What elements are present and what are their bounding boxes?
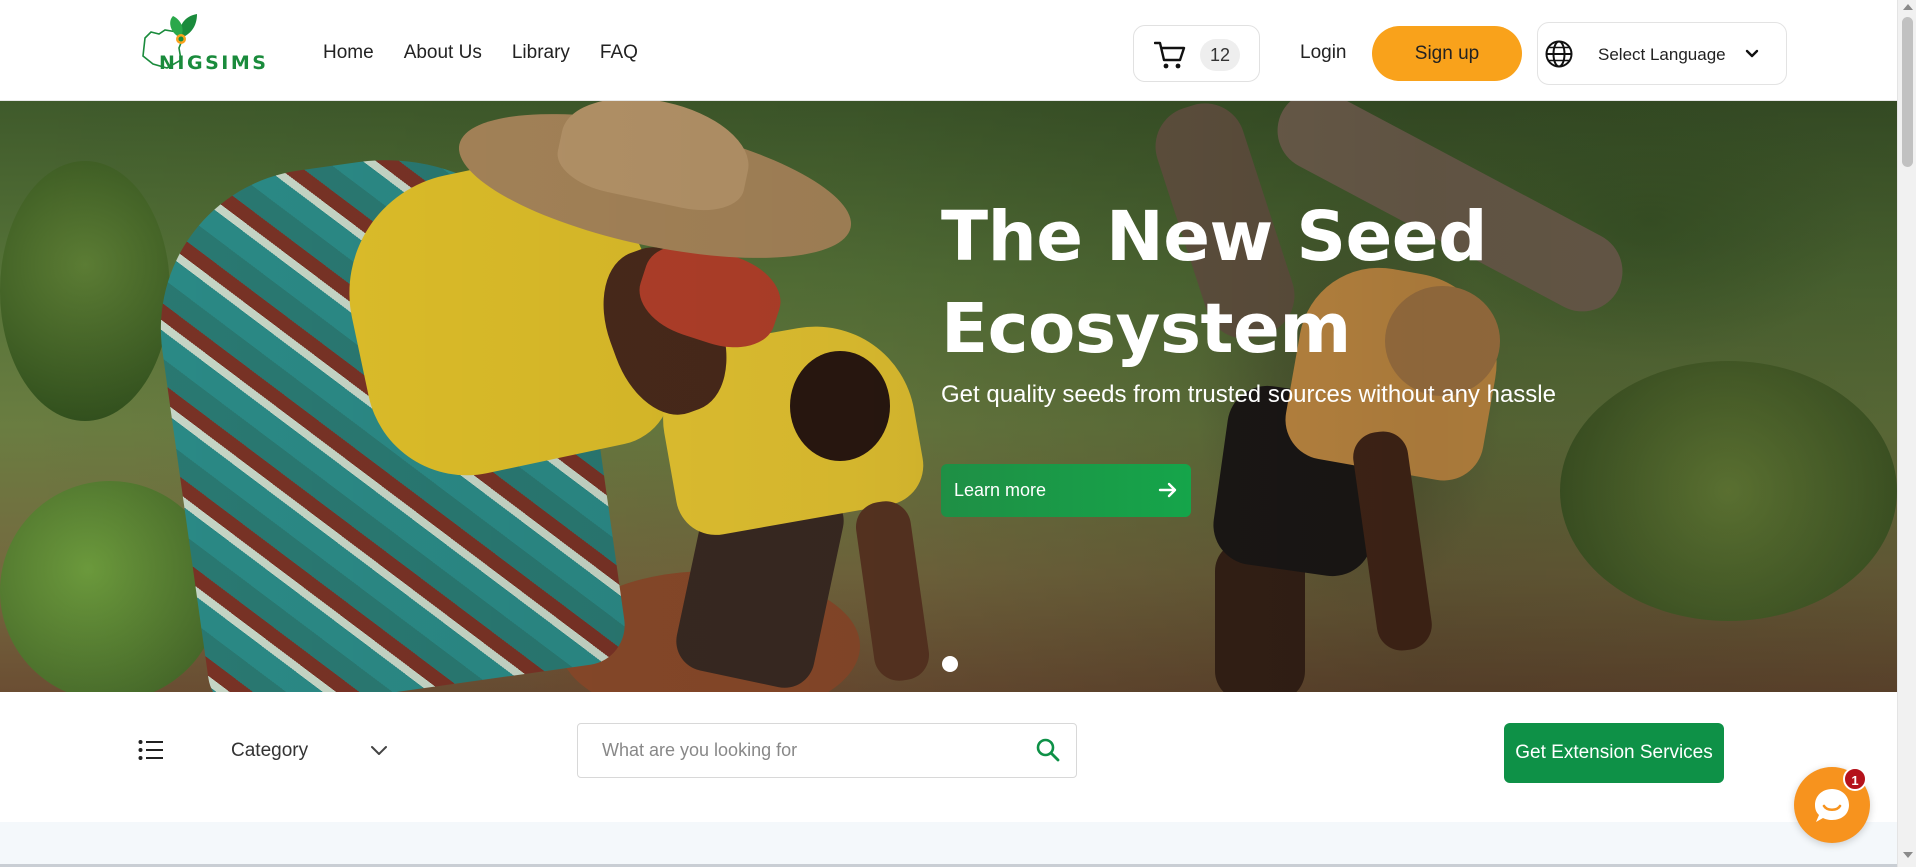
chevron-down-icon[interactable] bbox=[369, 744, 389, 758]
nav-library[interactable]: Library bbox=[512, 42, 570, 64]
arrow-right-icon bbox=[1158, 482, 1177, 498]
language-selector[interactable]: Select Language bbox=[1537, 22, 1787, 85]
nav-about-us[interactable]: About Us bbox=[404, 42, 482, 64]
chevron-down-icon bbox=[1745, 49, 1759, 58]
nav-faq[interactable]: FAQ bbox=[600, 42, 638, 64]
cart-button[interactable]: 12 bbox=[1133, 25, 1260, 82]
nigsims-logo[interactable]: NIGSIMS bbox=[137, 8, 272, 76]
search-box bbox=[577, 723, 1077, 778]
list-menu-icon[interactable] bbox=[138, 739, 164, 761]
language-label: Select Language bbox=[1598, 45, 1726, 64]
nav-home[interactable]: Home bbox=[323, 42, 374, 64]
search-icon[interactable] bbox=[1035, 737, 1061, 763]
learn-more-label: Learn more bbox=[954, 480, 1047, 500]
search-input[interactable] bbox=[602, 740, 1002, 761]
globe-icon bbox=[1545, 40, 1573, 68]
cart-count-badge: 12 bbox=[1200, 39, 1240, 71]
next-section-background bbox=[0, 822, 1897, 867]
hero-title: The New Seed Ecosystem bbox=[941, 191, 1641, 375]
get-extension-services-button[interactable]: Get Extension Services bbox=[1504, 723, 1724, 783]
carousel-dot-active[interactable] bbox=[942, 656, 958, 672]
page-scrollbar[interactable] bbox=[1897, 0, 1916, 867]
hero-banner: The New Seed Ecosystem Get quality seeds… bbox=[0, 101, 1897, 692]
search-toolbar: Category Get Extension Services bbox=[0, 692, 1897, 822]
hero-title-line-1: The New Seed bbox=[941, 197, 1488, 277]
signup-button[interactable]: Sign up bbox=[1372, 26, 1522, 81]
scroll-down-arrow-icon[interactable] bbox=[1903, 852, 1913, 858]
signup-label: Sign up bbox=[1414, 42, 1480, 64]
chat-notification-badge: 1 bbox=[1843, 767, 1867, 791]
scroll-up-arrow-icon[interactable] bbox=[1903, 4, 1913, 10]
logo-text: NIGSIMS bbox=[159, 52, 269, 74]
cart-icon bbox=[1154, 41, 1186, 69]
main-nav: Home About Us Library FAQ bbox=[323, 42, 638, 64]
scrollbar-thumb[interactable] bbox=[1902, 17, 1913, 167]
category-dropdown[interactable]: Category bbox=[231, 740, 308, 762]
site-header: NIGSIMS Home About Us Library FAQ 12 Log… bbox=[0, 0, 1897, 101]
login-link[interactable]: Login bbox=[1300, 42, 1347, 64]
extension-services-label: Get Extension Services bbox=[1515, 742, 1713, 763]
chat-icon bbox=[1815, 789, 1849, 822]
hero-title-line-2: Ecosystem bbox=[941, 289, 1351, 369]
hero-subtitle: Get quality seeds from trusted sources w… bbox=[941, 381, 1556, 408]
learn-more-button[interactable]: Learn more bbox=[941, 464, 1191, 517]
